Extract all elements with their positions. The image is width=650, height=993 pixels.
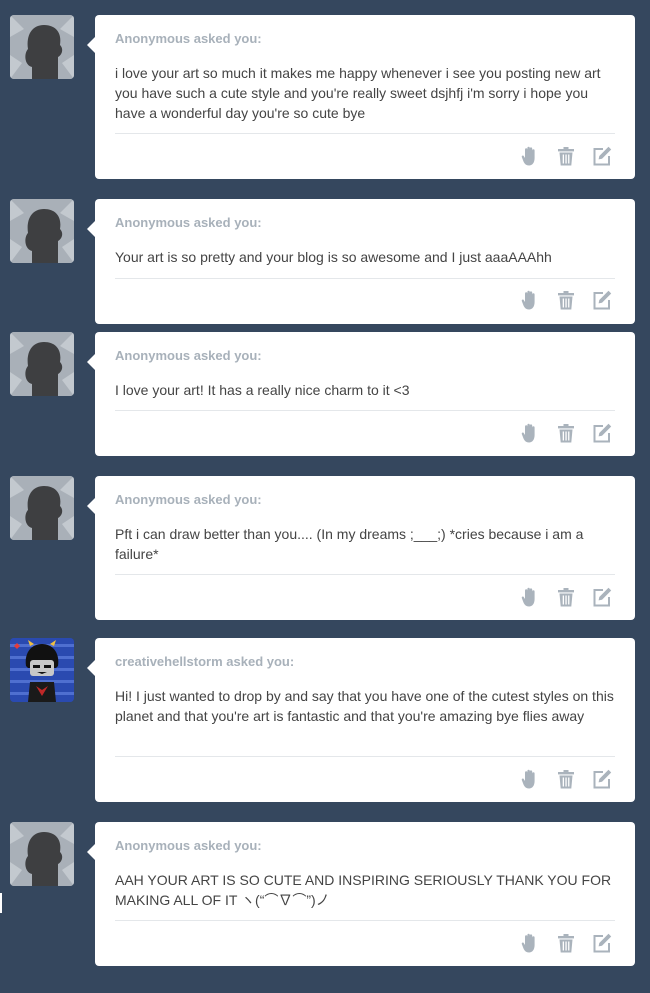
hand-icon[interactable] [519, 145, 541, 167]
post-actions [509, 145, 619, 169]
anonymous-avatar[interactable] [10, 476, 74, 540]
question-text: Hi! I just wanted to drop by and say tha… [115, 688, 614, 724]
question-text: Your art is so pretty and your blog is s… [115, 249, 552, 265]
ask-card: creativehellstorm asked you: Hi! I just … [87, 638, 635, 802]
asker-label[interactable]: Anonymous asked you: [115, 492, 262, 507]
hand-icon[interactable] [519, 289, 541, 311]
trash-icon[interactable] [555, 768, 577, 790]
post-actions [509, 289, 619, 313]
asker-label[interactable]: Anonymous asked you: [115, 348, 262, 363]
edit-icon[interactable] [591, 586, 613, 608]
divider [115, 278, 615, 279]
trash-icon[interactable] [555, 145, 577, 167]
ask-card: Anonymous asked you: AAH YOUR ART IS SO … [87, 822, 635, 966]
anonymous-avatar[interactable] [10, 15, 74, 79]
hand-icon[interactable] [519, 932, 541, 954]
asker-label[interactable]: Anonymous asked you: [115, 31, 262, 46]
hand-icon[interactable] [519, 586, 541, 608]
post-actions [509, 932, 619, 956]
divider [115, 756, 615, 757]
question-text: I love your art! It has a really nice ch… [115, 382, 410, 398]
post-actions [509, 768, 619, 792]
silhouette-avatar-icon [10, 476, 74, 540]
anonymous-avatar[interactable] [10, 199, 74, 263]
divider [115, 133, 615, 134]
anonymous-avatar[interactable] [10, 822, 74, 886]
silhouette-avatar-icon [10, 822, 74, 886]
scroll-marker [0, 893, 2, 913]
character-avatar-icon [10, 638, 74, 702]
edit-icon[interactable] [591, 932, 613, 954]
divider [115, 574, 615, 575]
silhouette-avatar-icon [10, 15, 74, 79]
post-actions [509, 586, 619, 610]
ask-card: Anonymous asked you: Pft i can draw bett… [87, 476, 635, 620]
ask-card: Anonymous asked you: I love your art! It… [87, 332, 635, 456]
trash-icon[interactable] [555, 289, 577, 311]
trash-icon[interactable] [555, 932, 577, 954]
asker-label[interactable]: Anonymous asked you: [115, 215, 262, 230]
divider [115, 920, 615, 921]
ask-card: Anonymous asked you: i love your art so … [87, 15, 635, 179]
post-actions [509, 422, 619, 446]
asker-label[interactable]: Anonymous asked you: [115, 838, 262, 853]
user-avatar[interactable] [10, 638, 74, 702]
trash-icon[interactable] [555, 586, 577, 608]
silhouette-avatar-icon [10, 332, 74, 396]
hand-icon[interactable] [519, 768, 541, 790]
question-text: i love your art so much it makes me happ… [115, 65, 601, 121]
asker-label[interactable]: creativehellstorm asked you: [115, 654, 294, 669]
hand-icon[interactable] [519, 422, 541, 444]
ask-card: Anonymous asked you: Your art is so pret… [87, 199, 635, 324]
question-text: Pft i can draw better than you.... (In m… [115, 526, 584, 562]
anonymous-avatar[interactable] [10, 332, 74, 396]
edit-icon[interactable] [591, 422, 613, 444]
edit-icon[interactable] [591, 145, 613, 167]
trash-icon[interactable] [555, 422, 577, 444]
divider [115, 410, 615, 411]
question-text: AAH YOUR ART IS SO CUTE AND INSPIRING SE… [115, 872, 612, 908]
ask-inbox-feed: Anonymous asked you: i love your art so … [0, 0, 650, 993]
edit-icon[interactable] [591, 768, 613, 790]
edit-icon[interactable] [591, 289, 613, 311]
silhouette-avatar-icon [10, 199, 74, 263]
